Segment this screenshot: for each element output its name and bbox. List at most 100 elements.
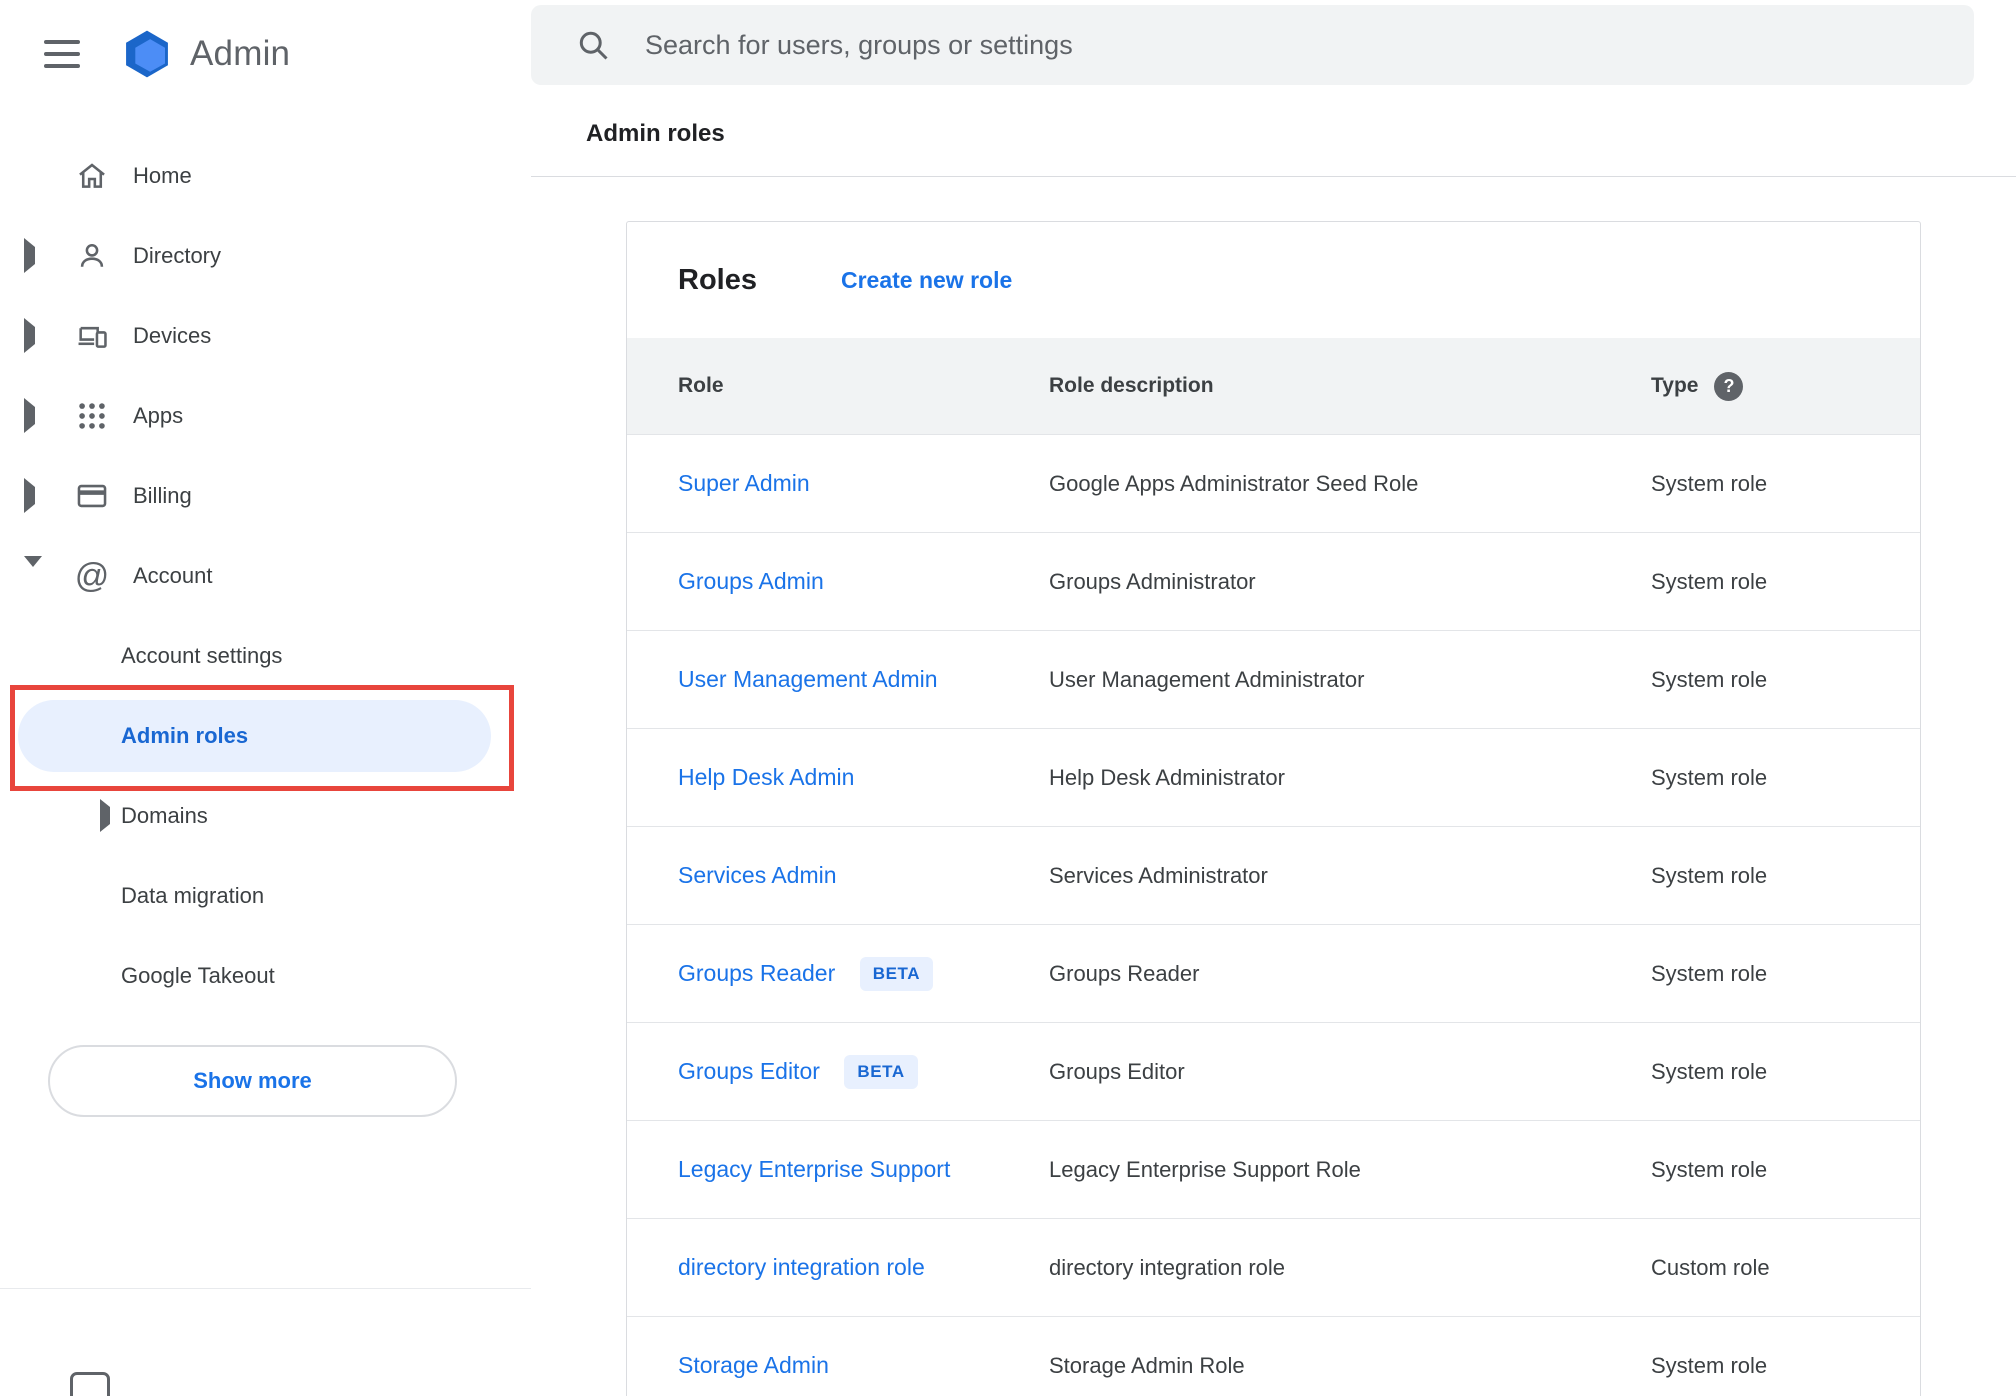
sidebar-item-devices[interactable]: Devices bbox=[0, 296, 531, 376]
role-link[interactable]: Help Desk Admin bbox=[678, 764, 854, 790]
role-description: Help Desk Administrator bbox=[1049, 764, 1285, 790]
active-item-highlight bbox=[18, 700, 491, 772]
role-description: Services Administrator bbox=[1049, 862, 1268, 888]
chevron-down-icon[interactable] bbox=[24, 556, 42, 585]
type-cell: System role bbox=[1651, 569, 1920, 595]
table-row[interactable]: Services Admin Services Administrator Sy… bbox=[627, 826, 1920, 924]
at-sign-icon: @ bbox=[74, 557, 110, 595]
table-row[interactable]: Groups Reader BETA Groups Reader System … bbox=[627, 924, 1920, 1022]
role-link[interactable]: Super Admin bbox=[678, 470, 810, 496]
person-icon bbox=[73, 239, 111, 273]
hamburger-menu-icon[interactable] bbox=[44, 40, 80, 68]
sidebar: Admin Home Directory Devices Apps Billin… bbox=[0, 0, 531, 1396]
table-row[interactable]: Storage Admin Storage Admin Role System … bbox=[627, 1316, 1920, 1396]
sidebar-item-google-takeout[interactable]: Google Takeout bbox=[0, 936, 531, 1016]
search-input[interactable] bbox=[645, 29, 1845, 61]
help-question-icon[interactable]: ? bbox=[1714, 371, 1744, 401]
chevron-right-icon[interactable] bbox=[100, 799, 110, 832]
show-more-button[interactable]: Show more bbox=[48, 1045, 457, 1117]
google-admin-hexagon-logo bbox=[126, 30, 168, 78]
description-cell: Services Administrator bbox=[1049, 863, 1651, 889]
table-row[interactable]: Groups Editor BETA Groups Editor System … bbox=[627, 1022, 1920, 1120]
table-row[interactable]: Legacy Enterprise Support Legacy Enterpr… bbox=[627, 1120, 1920, 1218]
sidebar-item-directory[interactable]: Directory bbox=[0, 216, 531, 296]
sidebar-item-label: Directory bbox=[133, 243, 222, 268]
sidebar-item-domains[interactable]: Domains bbox=[0, 776, 531, 856]
sidebar-item-account[interactable]: @ Account bbox=[0, 536, 531, 616]
sidebar-item-billing[interactable]: Billing bbox=[0, 456, 531, 536]
roles-title: Roles bbox=[678, 263, 757, 296]
sidebar-item-label: Account bbox=[133, 563, 213, 588]
column-header-role: Role bbox=[678, 374, 724, 397]
chevron-right-icon[interactable] bbox=[24, 398, 35, 433]
create-new-role-link[interactable]: Create new role bbox=[841, 267, 1012, 294]
role-cell: Super Admin bbox=[627, 470, 1049, 497]
role-link[interactable]: Groups Admin bbox=[678, 568, 824, 594]
chevron-right-icon[interactable] bbox=[24, 318, 35, 353]
role-type: System role bbox=[1651, 666, 1768, 692]
table-row[interactable]: Help Desk Admin Help Desk Administrator … bbox=[627, 728, 1920, 826]
type-cell: Custom role bbox=[1651, 1255, 1920, 1281]
role-description: Groups Reader bbox=[1049, 960, 1200, 986]
sidebar-item-label: Account settings bbox=[121, 643, 283, 668]
bottom-partial-icon[interactable] bbox=[70, 1372, 110, 1396]
role-type: System role bbox=[1651, 1352, 1768, 1378]
role-link[interactable]: User Management Admin bbox=[678, 666, 938, 692]
role-description: Legacy Enterprise Support Role bbox=[1049, 1156, 1361, 1182]
sidebar-item-home[interactable]: Home bbox=[0, 136, 531, 216]
sidebar-item-label: Data migration bbox=[121, 883, 265, 908]
role-description: Storage Admin Role bbox=[1049, 1352, 1245, 1378]
chevron-right-icon[interactable] bbox=[24, 238, 35, 273]
sidebar-item-account-settings[interactable]: Account settings bbox=[0, 616, 531, 696]
role-cell: Legacy Enterprise Support bbox=[627, 1156, 1049, 1183]
role-link[interactable]: Services Admin bbox=[678, 862, 837, 888]
table-row[interactable]: directory integration role directory int… bbox=[627, 1218, 1920, 1316]
role-description: directory integration role bbox=[1049, 1254, 1286, 1280]
role-type: System role bbox=[1651, 568, 1768, 594]
search-bar[interactable] bbox=[531, 5, 1974, 85]
type-cell: System role bbox=[1651, 471, 1920, 497]
role-link[interactable]: Groups Reader bbox=[678, 960, 835, 986]
sidebar-item-apps[interactable]: Apps bbox=[0, 376, 531, 456]
sidebar-item-data-migration[interactable]: Data migration bbox=[0, 856, 531, 936]
role-cell: Groups Editor BETA bbox=[627, 1054, 1049, 1089]
google-admin-console: Admin Home Directory Devices Apps Billin… bbox=[0, 0, 2016, 1396]
app-logo[interactable]: Admin bbox=[120, 27, 290, 81]
table-row[interactable]: User Management Admin User Management Ad… bbox=[627, 630, 1920, 728]
role-link[interactable]: directory integration role bbox=[678, 1254, 925, 1280]
type-cell: System role bbox=[1651, 1157, 1920, 1183]
table-row[interactable]: Super Admin Google Apps Administrator Se… bbox=[627, 434, 1920, 532]
column-header-type: Type? bbox=[1651, 371, 1920, 401]
home-icon bbox=[73, 159, 111, 193]
sidebar-item-label: Apps bbox=[133, 403, 184, 428]
main-content: Admin roles Roles Create new role Role R… bbox=[531, 0, 2016, 1396]
role-type: Custom role bbox=[1651, 1254, 1770, 1280]
sidebar-header: Admin bbox=[0, 0, 531, 108]
header-divider bbox=[531, 176, 2016, 177]
role-type: System role bbox=[1651, 1058, 1768, 1084]
role-link[interactable]: Groups Editor bbox=[678, 1058, 820, 1084]
sidebar-item-admin-roles[interactable]: Admin roles bbox=[0, 696, 531, 776]
sidebar-item-label: Home bbox=[133, 163, 192, 188]
type-cell: System role bbox=[1651, 765, 1920, 791]
description-cell: Groups Reader bbox=[1049, 961, 1651, 987]
role-description: Groups Editor bbox=[1049, 1058, 1185, 1084]
sidebar-item-label: Devices bbox=[133, 323, 212, 348]
role-link[interactable]: Legacy Enterprise Support bbox=[678, 1156, 950, 1182]
description-cell: Google Apps Administrator Seed Role bbox=[1049, 471, 1651, 497]
beta-badge: BETA bbox=[844, 1054, 918, 1089]
table-row[interactable]: Groups Admin Groups Administrator System… bbox=[627, 532, 1920, 630]
type-cell: System role bbox=[1651, 863, 1920, 889]
column-header-description: Role description bbox=[1049, 374, 1214, 397]
apps-grid-icon bbox=[73, 399, 111, 433]
role-link[interactable]: Storage Admin bbox=[678, 1352, 829, 1378]
role-cell: Services Admin bbox=[627, 862, 1049, 889]
type-cell: System role bbox=[1651, 667, 1920, 693]
app-title: Admin bbox=[190, 34, 291, 73]
role-type: System role bbox=[1651, 764, 1768, 790]
roles-table-body: Super Admin Google Apps Administrator Se… bbox=[627, 434, 1920, 1396]
chevron-right-icon[interactable] bbox=[24, 478, 35, 513]
role-cell: directory integration role bbox=[627, 1254, 1049, 1281]
type-cell: System role bbox=[1651, 1353, 1920, 1379]
sidebar-bottom-divider bbox=[0, 1288, 531, 1289]
